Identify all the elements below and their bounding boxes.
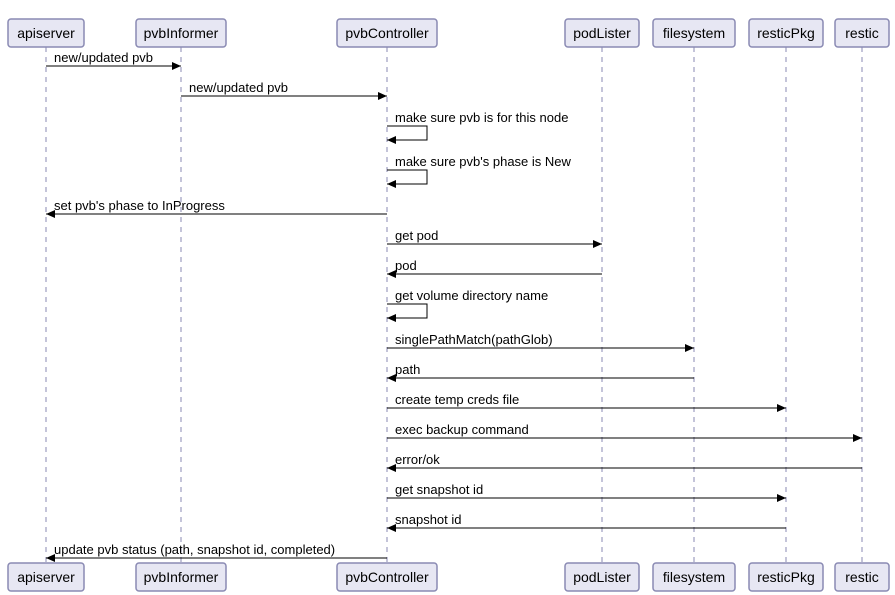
participant-label: filesystem: [663, 25, 725, 41]
arrow-head-icon: [387, 314, 396, 322]
participant-label: pvbInformer: [144, 25, 219, 41]
participant-label: restic: [845, 569, 878, 585]
participant-label: pvbController: [345, 569, 429, 585]
message-label: make sure pvb's phase is New: [395, 154, 572, 169]
message-label: update pvb status (path, snapshot id, co…: [54, 542, 335, 557]
message-label: exec backup command: [395, 422, 529, 437]
arrow-head-icon: [593, 240, 602, 248]
message-label: new/updated pvb: [189, 80, 288, 95]
arrow-head-icon: [172, 62, 181, 70]
participant-label: podLister: [573, 25, 631, 41]
message-label: error/ok: [395, 452, 440, 467]
participant-label: pvbInformer: [144, 569, 219, 585]
arrow-head-icon: [387, 136, 396, 144]
message-label: pod: [395, 258, 417, 273]
participant-label: podLister: [573, 569, 631, 585]
message-label: singlePathMatch(pathGlob): [395, 332, 553, 347]
arrow-head-icon: [46, 554, 55, 562]
arrow-head-icon: [387, 524, 396, 532]
message-label: get pod: [395, 228, 438, 243]
participant-label: filesystem: [663, 569, 725, 585]
participant-label: pvbController: [345, 25, 429, 41]
message-label: set pvb's phase to InProgress: [54, 198, 225, 213]
arrow-head-icon: [387, 464, 396, 472]
arrow-head-icon: [378, 92, 387, 100]
message-label: new/updated pvb: [54, 50, 153, 65]
participant-label: apiserver: [17, 569, 75, 585]
message-label: get volume directory name: [395, 288, 548, 303]
message-label: path: [395, 362, 420, 377]
arrow-head-icon: [853, 434, 862, 442]
sequence-diagram: apiserver pvbInformer pvbController podList…: [0, 0, 895, 595]
arrow-head-icon: [777, 404, 786, 412]
participant-label: restic: [845, 25, 878, 41]
participant-label: resticPkg: [757, 569, 815, 585]
arrow-head-icon: [685, 344, 694, 352]
message-label: snapshot id: [395, 512, 462, 527]
message-label: make sure pvb is for this node: [395, 110, 568, 125]
message-label: get snapshot id: [395, 482, 483, 497]
message-label: create temp creds file: [395, 392, 519, 407]
participant-label: apiserver: [17, 25, 75, 41]
arrow-head-icon: [387, 270, 396, 278]
arrow-head-icon: [46, 210, 55, 218]
arrow-head-icon: [387, 180, 396, 188]
arrow-head-icon: [777, 494, 786, 502]
arrow-head-icon: [387, 374, 396, 382]
participant-label: resticPkg: [757, 25, 815, 41]
